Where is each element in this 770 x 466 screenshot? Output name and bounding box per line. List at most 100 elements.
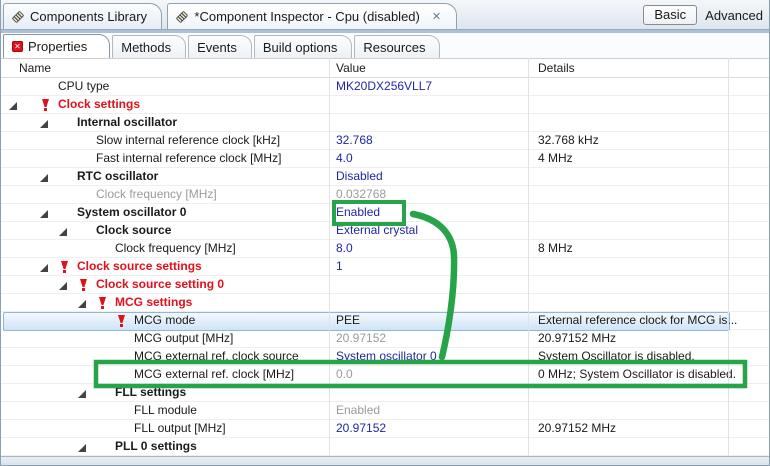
property-details: 0 MHz; System Oscillator is disabled. [538,367,737,381]
properties-table: Name Value Details CPU type MK20DX256VLL7… [1,58,769,456]
table-row[interactable]: FLL module Enabled [1,402,769,420]
tab-properties[interactable]: Properties [3,34,111,58]
table-row[interactable]: FLL output [MHz] 20.97152 20.97152 MHz [1,420,769,438]
table-row[interactable]: PLL 0 settings [1,438,769,456]
panel-bottom-edge [1,456,769,465]
tab-label: Build options [262,40,338,55]
table-row[interactable]: Clock source setting 0 [1,276,769,294]
property-name: MCG output [MHz] [134,331,234,345]
component-icon [11,10,25,24]
property-value[interactable]: Enabled [336,204,522,221]
expand-triangle-icon[interactable] [40,120,48,128]
table-row[interactable]: MCG external ref. clock [MHz] 0.0 0 MHz; S… [1,366,769,384]
error-exclamation-icon [61,261,68,273]
error-exclamation-icon [118,315,125,327]
tab-component-inspector[interactable]: *Component Inspector - Cpu (disabled) ✕ [167,3,458,29]
error-badge-icon [12,41,23,52]
property-value[interactable]: 20.97152 [336,420,522,437]
property-name: Fast internal reference clock [MHz] [96,151,282,165]
tab-components-library[interactable]: Components Library [3,3,163,29]
property-value[interactable]: 32.768 [336,132,522,149]
error-exclamation-icon [80,279,87,291]
error-exclamation-icon [42,99,49,111]
table-row[interactable]: Fast internal reference clock [MHz] 4.0 4 … [1,150,769,168]
property-name: Clock source [96,223,172,237]
table-row[interactable]: Clock frequency [MHz] 0.032768 [1,186,769,204]
expand-triangle-icon[interactable] [78,444,86,452]
property-rows: CPU type MK20DX256VLL7 Clock settings Inter… [1,78,769,456]
expand-triangle-icon[interactable] [59,228,67,236]
tab-label: Events [197,40,237,55]
view-mode-switch: Basic Advanced [643,5,763,25]
table-row[interactable]: FLL settings [1,384,769,402]
property-value[interactable]: Disabled [336,168,522,185]
tab-label: Methods [121,40,172,55]
property-value[interactable]: System oscillator 0 [336,348,522,365]
property-details: 32.768 kHz [538,133,599,147]
expand-triangle-icon[interactable] [78,300,86,308]
property-name: Clock frequency [MHz] [96,187,217,201]
property-name: CPU type [58,79,110,93]
table-row[interactable]: MCG settings [1,294,769,312]
table-row[interactable]: RTC oscillator Disabled [1,168,769,186]
column-header-name[interactable]: Name [19,59,51,77]
expand-triangle-icon[interactable] [9,102,17,110]
property-name: Internal oscillator [77,115,178,129]
table-row[interactable]: Clock source External crystal [1,222,769,240]
property-value[interactable]: 4.0 [336,150,522,167]
component-inspector-window: Components Library *Component Inspector … [0,0,770,466]
tab-build-options[interactable]: Build options [253,35,353,59]
property-name: FLL output [MHz] [134,421,226,435]
property-name: Clock source settings [77,259,202,273]
expand-triangle-icon[interactable] [40,210,48,218]
inspector-tab-bar: Properties Methods Events Build options Reso… [1,33,769,59]
property-details: 20.97152 MHz [538,331,617,345]
property-value[interactable]: External crystal [336,222,522,239]
table-row[interactable]: MCG output [MHz] 20.97152 20.97152 MHz [1,330,769,348]
property-value[interactable]: MK20DX256VLL7 [336,78,522,95]
expand-triangle-icon[interactable] [40,264,48,272]
property-name: MCG mode [134,313,196,327]
property-name: FLL settings [115,385,187,399]
property-value[interactable]: 8.0 [336,240,522,257]
table-row[interactable]: Clock source settings 1 [1,258,769,276]
property-name: Clock settings [58,97,141,111]
property-name: FLL module [134,403,197,417]
table-row[interactable]: MCG mode PEE External reference clock for … [1,312,769,331]
property-name: Clock source setting 0 [96,277,225,291]
advanced-button[interactable]: Advanced [705,8,763,23]
property-name: System oscillator 0 [77,205,187,219]
table-row[interactable]: Clock frequency [MHz] 8.0 8 MHz [1,240,769,258]
table-header: Name Value Details [1,58,769,78]
property-name: Slow internal reference clock [kHz] [96,133,281,147]
property-value[interactable]: 0.0 [336,366,522,383]
tab-events[interactable]: Events [188,35,252,59]
close-icon[interactable]: ✕ [431,10,442,23]
property-name: Clock frequency [MHz] [115,241,236,255]
basic-button[interactable]: Basic [643,5,698,25]
expand-triangle-icon[interactable] [78,390,86,398]
property-value[interactable]: 1 [336,258,522,275]
tab-label: *Component Inspector - Cpu (disabled) [194,9,420,24]
table-row[interactable]: Internal oscillator [1,114,769,132]
error-exclamation-icon [99,297,106,309]
column-header-value[interactable]: Value [336,59,366,77]
table-row[interactable]: Clock settings [1,96,769,114]
property-value[interactable]: 20.97152 [336,330,522,347]
table-row[interactable]: CPU type MK20DX256VLL7 [1,78,769,96]
table-row[interactable]: System oscillator 0 Enabled [1,204,769,222]
tab-label: Resources [363,40,426,55]
property-value[interactable]: Enabled [336,402,522,419]
expand-triangle-icon[interactable] [40,174,48,182]
tab-resources[interactable]: Resources [354,35,441,59]
property-details: 4 MHz [538,151,573,165]
expand-triangle-icon[interactable] [59,282,67,290]
table-row[interactable]: MCG external ref. clock source System osc… [1,348,769,366]
tab-methods[interactable]: Methods [112,35,187,59]
property-details: System Oscillator is disabled. [538,349,695,363]
table-row[interactable]: Slow internal reference clock [kHz] 32.76… [1,132,769,150]
column-header-details[interactable]: Details [538,59,575,77]
property-value[interactable]: PEE [336,312,522,329]
property-value[interactable]: 0.032768 [336,186,522,203]
property-name: MCG external ref. clock source [134,349,299,363]
